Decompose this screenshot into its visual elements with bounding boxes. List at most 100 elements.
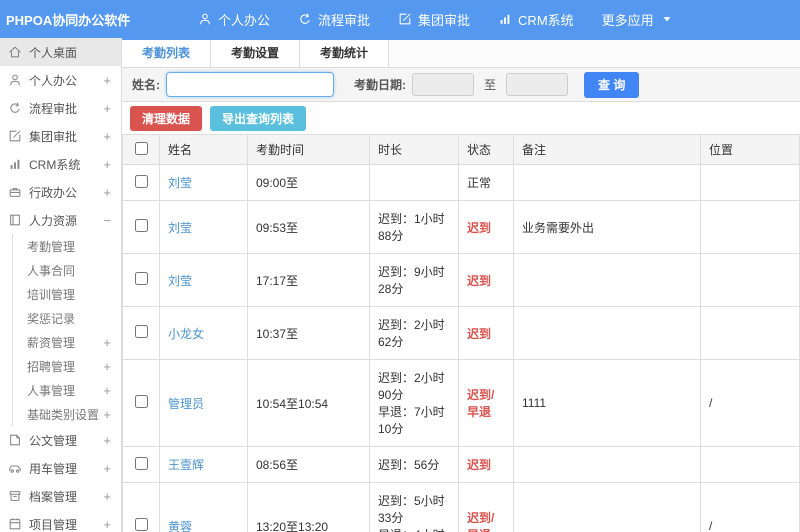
table-row: 王壹辉 08:56至 迟到：56分 迟到 — [122, 446, 800, 483]
sidebar-subitem-人事合同[interactable]: 人事合同 — [12, 258, 121, 282]
row-checkbox[interactable] — [134, 395, 148, 408]
search-button[interactable]: 查 询 — [584, 71, 640, 98]
sidebar-item-公文管理[interactable]: 公文管理 + — [0, 426, 121, 454]
nav-item-集团审批[interactable]: 集团审批 — [384, 0, 484, 38]
nav-item-流程审批[interactable]: 流程审批 — [284, 0, 384, 38]
sidebar-item-个人办公[interactable]: 个人办公 + — [0, 66, 121, 94]
employee-name-link[interactable]: 刘莹 — [168, 176, 192, 190]
row-checkbox[interactable] — [134, 219, 148, 232]
nav-item-更多应用[interactable]: 更多应用 — [588, 0, 688, 38]
row-checkbox[interactable] — [134, 325, 148, 338]
row-checkbox[interactable] — [134, 518, 148, 531]
sidebar-subitem-奖惩记录[interactable]: 奖惩记录 — [12, 306, 121, 330]
expand-toggle[interactable]: + — [103, 359, 111, 374]
sidebar-item-CRM系统[interactable]: CRM系统 + — [0, 150, 121, 178]
expand-toggle[interactable]: − — [103, 213, 111, 228]
main-layout: 个人桌面 个人办公 + 流程审批 + 集团审批 + CRM系统 + 行政办公 +… — [0, 38, 800, 532]
expand-toggle[interactable]: + — [103, 461, 111, 476]
status-badge: 迟到 — [467, 273, 492, 288]
status-badge: 正常 — [467, 176, 492, 190]
duration-text: 迟到：2小时62分 — [369, 306, 459, 360]
column-header: 状态 — [458, 134, 514, 165]
row-checkbox[interactable] — [134, 456, 148, 470]
archive-icon — [8, 489, 22, 503]
flow-icon — [298, 12, 312, 26]
table-row: 小龙女 10:37至 迟到：2小时62分 迟到 — [122, 306, 800, 360]
sidebar-item-流程审批[interactable]: 流程审批 + — [0, 94, 121, 122]
sidebar-item-集团审批[interactable]: 集团审批 + — [0, 122, 121, 150]
expand-toggle[interactable]: + — [103, 383, 111, 398]
expand-toggle[interactable]: + — [103, 517, 111, 532]
sidebar-subitem-人事管理[interactable]: 人事管理 + — [12, 378, 121, 402]
expand-toggle[interactable]: + — [103, 157, 111, 172]
date-to-input[interactable] — [506, 73, 569, 96]
employee-name-link[interactable]: 黄蓉 — [168, 520, 192, 532]
sidebar-subitem-考勤管理[interactable]: 考勤管理 — [12, 234, 121, 258]
attendance-time: 09:00至 — [247, 164, 370, 201]
tab-bar: 考勤列表 考勤设置 考勤统计 — [122, 40, 800, 68]
name-filter-label: 姓名: — [132, 78, 160, 92]
expand-toggle[interactable]: + — [103, 433, 111, 448]
project-icon — [8, 517, 22, 531]
top-navigation: 个人办公 流程审批 集团审批 CRM系统 更多应用 — [184, 0, 688, 38]
sidebar: 个人桌面 个人办公 + 流程审批 + 集团审批 + CRM系统 + 行政办公 +… — [0, 38, 122, 532]
sidebar-item-项目管理[interactable]: 项目管理 + — [0, 510, 121, 532]
status-badge: 迟到 — [467, 458, 492, 472]
name-filter-input[interactable] — [166, 72, 334, 97]
attendance-time: 08:56至 — [247, 446, 370, 483]
expand-toggle[interactable]: + — [103, 407, 111, 422]
location-text — [700, 200, 800, 254]
select-all-checkbox[interactable] — [134, 141, 148, 155]
column-header: 位置 — [700, 134, 800, 165]
expand-toggle[interactable]: + — [103, 129, 111, 144]
column-header: 时长 — [369, 134, 459, 165]
expand-toggle[interactable]: + — [103, 489, 111, 504]
attendance-time: 10:37至 — [247, 306, 370, 360]
tab-考勤设置[interactable]: 考勤设置 — [211, 40, 301, 67]
sidebar-subitem-基础类别设置[interactable]: 基础类别设置 + — [12, 402, 121, 426]
sidebar-subitem-培训管理[interactable]: 培训管理 — [12, 282, 121, 306]
nav-item-个人办公[interactable]: 个人办公 — [184, 0, 284, 38]
employee-name-link[interactable]: 刘莹 — [168, 221, 192, 235]
sidebar-item-个人桌面[interactable]: 个人桌面 — [0, 38, 121, 66]
sidebar-subitem-招聘管理[interactable]: 招聘管理 + — [12, 354, 121, 378]
expand-toggle[interactable]: + — [103, 185, 111, 200]
clean-data-button[interactable]: 清理数据 — [130, 105, 203, 131]
action-bar: 清理数据 导出查询列表 — [122, 102, 800, 134]
location-text — [700, 306, 800, 360]
content-area: 考勤列表 考勤设置 考勤统计 姓名: 考勤日期: 至 查 询 清理数据 导出查询… — [122, 38, 800, 532]
duration-text: 迟到：2小时90分 早退：7小时10分 — [369, 359, 459, 447]
location-text: / — [700, 359, 800, 447]
note-text — [513, 306, 701, 360]
sidebar-item-人力资源[interactable]: 人力资源 − — [0, 206, 121, 234]
date-from-input[interactable] — [412, 73, 474, 96]
sidebar-item-行政办公[interactable]: 行政办公 + — [0, 178, 121, 206]
nav-item-CRM系统[interactable]: CRM系统 — [484, 0, 588, 38]
location-text — [700, 253, 800, 307]
status-badge: 迟到 — [467, 326, 492, 341]
employee-name-link[interactable]: 王壹辉 — [168, 458, 204, 472]
sidebar-item-用车管理[interactable]: 用车管理 + — [0, 454, 121, 482]
briefcase-icon — [8, 185, 22, 199]
chart-icon — [498, 12, 512, 26]
row-checkbox[interactable] — [134, 272, 148, 285]
car-icon — [8, 461, 22, 475]
note-text — [513, 446, 701, 483]
employee-name-link[interactable]: 刘莹 — [168, 274, 192, 288]
employee-name-link[interactable]: 小龙女 — [168, 327, 204, 341]
duration-text: 迟到：5小时33分 早退：4小时67分 — [369, 482, 459, 532]
expand-toggle[interactable]: + — [103, 335, 111, 350]
location-text — [700, 446, 800, 483]
expand-toggle[interactable]: + — [103, 73, 111, 88]
export-list-button[interactable]: 导出查询列表 — [210, 105, 307, 131]
sidebar-item-档案管理[interactable]: 档案管理 + — [0, 482, 121, 510]
edit-icon — [8, 129, 22, 143]
employee-name-link[interactable]: 管理员 — [168, 397, 204, 411]
sidebar-subitem-薪资管理[interactable]: 薪资管理 + — [12, 330, 121, 354]
tab-考勤统计[interactable]: 考勤统计 — [300, 40, 390, 67]
note-text: 业务需要外出 — [513, 200, 701, 254]
expand-toggle[interactable]: + — [103, 101, 111, 116]
tab-考勤列表[interactable]: 考勤列表 — [122, 40, 212, 67]
table-header-row: 姓名 考勤时间 时长 状态 备注 位置 — [122, 134, 800, 165]
row-checkbox[interactable] — [134, 174, 148, 188]
